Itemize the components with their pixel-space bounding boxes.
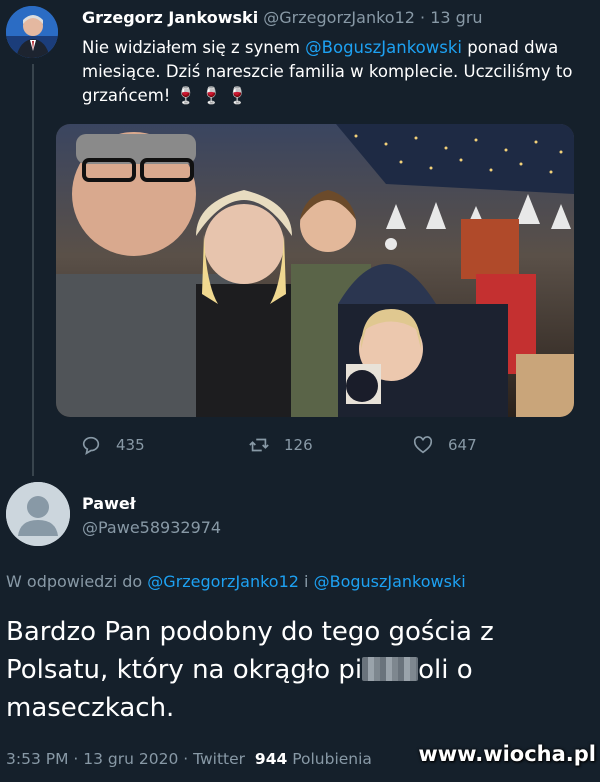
retweet-icon xyxy=(249,438,269,452)
author-name[interactable]: Grzegorz Jankowski xyxy=(82,8,258,27)
reply-likes-count[interactable]: 944 xyxy=(255,750,287,768)
reply-action[interactable]: 435 xyxy=(80,434,145,456)
tweet-text: Nie widziałem się z synem @BoguszJankows… xyxy=(82,36,594,108)
mention-link[interactable]: @BoguszJankowski xyxy=(305,38,462,57)
replying-user-2[interactable]: @BoguszJankowski xyxy=(314,572,466,591)
tweet-date[interactable]: 13 gru xyxy=(430,8,482,27)
tweet-header: Grzegorz Jankowski @GrzegorzJanko12 · 13… xyxy=(82,8,483,27)
retweet-action[interactable]: 126 xyxy=(248,434,313,456)
tweet-text-part1: Nie widziałem się z synem xyxy=(82,38,306,57)
reply-meta: 3:53 PM · 13 gru 2020 · Twitter 944 Polu… xyxy=(6,750,372,768)
reply-text: Bardzo Pan podobny do tego gościa z Pols… xyxy=(6,613,596,727)
reply-date[interactable]: 13 gru 2020 xyxy=(83,750,178,768)
replying-to: W odpowiedzi do @GrzegorzJanko12 i @Bogu… xyxy=(6,572,466,591)
like-action[interactable]: 647 xyxy=(412,434,477,456)
tweet-photo[interactable] xyxy=(56,124,574,417)
reply-author-handle[interactable]: @Pawe58932974 xyxy=(82,518,221,537)
site-watermark: www.wiocha.pl xyxy=(418,742,596,766)
author-avatar[interactable] xyxy=(6,6,58,58)
replying-user-1[interactable]: @GrzegorzJanko12 xyxy=(147,572,299,591)
censored-blur xyxy=(362,657,419,681)
reply-likes-label[interactable]: Polubienia xyxy=(292,750,372,768)
thread-line xyxy=(32,64,34,476)
reply-author-name[interactable]: Paweł xyxy=(82,494,136,513)
author-handle[interactable]: @GrzegorzJanko12 xyxy=(263,8,415,27)
replying-and: i xyxy=(304,572,309,591)
reply-icon xyxy=(82,436,100,455)
default-avatar-icon[interactable] xyxy=(6,482,70,546)
like-icon xyxy=(413,436,433,454)
header-separator: · xyxy=(420,8,426,27)
retweet-count: 126 xyxy=(284,436,313,454)
like-count: 647 xyxy=(448,436,477,454)
replying-prefix: W odpowiedzi do xyxy=(6,572,143,591)
reply-source[interactable]: Twitter xyxy=(193,750,245,768)
reply-time[interactable]: 3:53 PM xyxy=(6,750,68,768)
reply-count: 435 xyxy=(116,436,145,454)
